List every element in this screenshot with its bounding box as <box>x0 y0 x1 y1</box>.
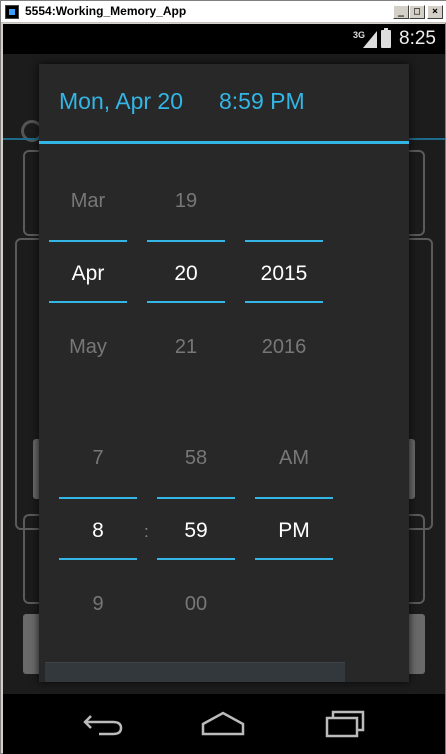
day-selector-top-line <box>147 240 225 242</box>
home-icon[interactable] <box>199 708 247 738</box>
minute-selected[interactable]: 59 <box>157 519 235 543</box>
date-time-picker-dialog: Mon, Apr 20 8:59 PM Mar Apr May 19 20 21… <box>39 64 409 682</box>
year-selector-bottom-line <box>245 301 323 303</box>
day-prev[interactable]: 19 <box>147 190 225 213</box>
status-bar: 3G 8:25 <box>3 24 445 54</box>
minimize-button[interactable]: _ <box>393 5 409 19</box>
emulator-window: 5554:Working_Memory_App _ □ × 3G 8:25 Mo… <box>0 0 446 754</box>
minute-next[interactable]: 00 <box>157 593 235 616</box>
battery-icon <box>381 28 391 48</box>
hour-prev[interactable]: 7 <box>59 447 137 470</box>
dialog-button-bar[interactable] <box>45 662 345 682</box>
minute-prev[interactable]: 58 <box>157 447 235 470</box>
ampm-prev[interactable]: AM <box>255 447 333 470</box>
month-next[interactable]: May <box>49 336 127 359</box>
month-selected[interactable]: Apr <box>49 262 127 286</box>
year-next[interactable]: 2016 <box>245 336 323 359</box>
day-selector-bottom-line <box>147 301 225 303</box>
month-selector-bottom-line <box>49 301 127 303</box>
recent-apps-icon[interactable] <box>323 708 369 738</box>
ampm-selector-bottom-line <box>255 558 333 560</box>
android-screen: 3G 8:25 Mon, Apr 20 8:59 PM Mar Apr May … <box>3 24 445 754</box>
day-selected[interactable]: 20 <box>147 262 225 286</box>
year-selector-top-line <box>245 240 323 242</box>
dialog-title-date: Mon, Apr 20 <box>59 88 184 114</box>
hour-selected[interactable]: 8 <box>59 519 137 543</box>
year-selected[interactable]: 2015 <box>245 262 323 286</box>
ampm-selector-top-line <box>255 497 333 499</box>
month-prev[interactable]: Mar <box>49 190 127 213</box>
status-time: 8:25 <box>399 28 436 49</box>
close-button[interactable]: × <box>427 5 443 19</box>
minute-selector-top-line <box>157 497 235 499</box>
hour-selector-top-line <box>59 497 137 499</box>
time-separator: : <box>144 522 149 541</box>
maximize-button[interactable]: □ <box>409 5 425 19</box>
day-next[interactable]: 21 <box>147 336 225 359</box>
signal-icon <box>363 31 377 48</box>
window-title: 5554:Working_Memory_App <box>25 4 187 18</box>
dialog-title-divider <box>39 141 409 144</box>
hour-selector-bottom-line <box>59 558 137 560</box>
minute-selector-bottom-line <box>157 558 235 560</box>
emulator-app-icon <box>5 5 19 19</box>
back-icon[interactable] <box>79 708 125 738</box>
dialog-title-time: 8:59 PM <box>219 88 305 114</box>
ampm-selected[interactable]: PM <box>255 519 333 543</box>
month-selector-top-line <box>49 240 127 242</box>
window-titlebar[interactable]: 5554:Working_Memory_App _ □ × <box>1 1 446 23</box>
navigation-bar <box>3 694 445 754</box>
background-button <box>407 614 425 674</box>
hour-next[interactable]: 9 <box>59 593 137 616</box>
